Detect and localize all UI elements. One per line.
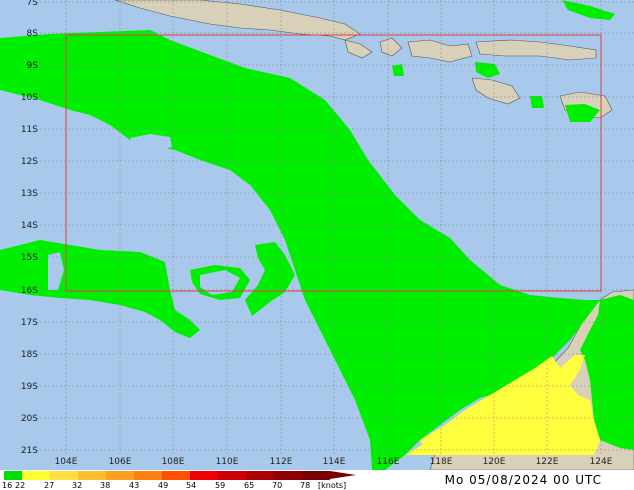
legend-color-swatch: [22, 471, 50, 480]
legend-color-swatch: [190, 471, 218, 480]
legend-color-swatch: [274, 471, 302, 480]
legend-color-swatch: [106, 471, 134, 480]
lat-label: 16S: [21, 286, 38, 296]
lon-label: 122E: [536, 457, 559, 467]
legend-color-swatch: [162, 471, 190, 480]
legend-tick-label: 22: [15, 481, 26, 490]
lat-label: 18S: [21, 350, 38, 360]
legend-color-swatch: [218, 471, 246, 480]
legend-tick-label: 38: [100, 481, 111, 490]
legend-color-bar: [4, 471, 356, 480]
lat-label: 14S: [21, 221, 38, 231]
north-wind-patch-3: [392, 64, 404, 76]
legend-tick-label: 27: [44, 481, 55, 490]
legend-tick-label: 54: [186, 481, 197, 490]
legend-color-swatch: [134, 471, 162, 480]
lat-label: 15S: [21, 253, 38, 263]
legend-arrow-tip: [330, 471, 356, 479]
legend-color-swatch: [50, 471, 78, 480]
legend-labels: 16 22 27 32 38 43 49 54 59 65 70 78 [knots]: [0, 481, 360, 490]
lat-label: 8S: [27, 29, 39, 39]
lat-label: 9S: [27, 61, 39, 71]
lon-label: 124E: [590, 457, 613, 467]
lat-label: 20S: [21, 414, 38, 424]
lat-label: 7S: [27, 0, 39, 8]
lon-label: 108E: [162, 457, 185, 467]
legend-tick-label: 16: [2, 481, 13, 490]
lon-label: 110E: [216, 457, 239, 467]
legend-color-swatch: [246, 471, 274, 480]
lon-label: 116E: [377, 457, 400, 467]
lon-label: 106E: [109, 457, 132, 467]
legend-tick-label: 32: [72, 481, 83, 490]
lat-label: 13S: [21, 189, 38, 199]
lon-label: 114E: [323, 457, 346, 467]
lat-label: 10S: [21, 93, 38, 103]
lat-label: 19S: [21, 382, 38, 392]
legend-color-swatch: [302, 471, 330, 480]
legend-tick-label: 70: [272, 481, 283, 490]
lon-label: 112E: [270, 457, 293, 467]
lon-label: 104E: [55, 457, 78, 467]
legend-tick-label: 59: [215, 481, 226, 490]
lat-label: 12S: [21, 157, 38, 167]
lon-label: 118E: [430, 457, 453, 467]
legend-tick-label: 78: [300, 481, 311, 490]
north-wind-patch-4: [530, 96, 544, 108]
legend-tick-label: 49: [158, 481, 169, 490]
legend-tick-label: 43: [129, 481, 140, 490]
lon-label: 120E: [483, 457, 506, 467]
lat-label: 21S: [21, 446, 38, 456]
lat-label: 17S: [21, 318, 38, 328]
lat-label: 11S: [21, 125, 38, 135]
legend-tick-label: 65: [244, 481, 255, 490]
wind-speed-legend: 16 22 27 32 38 43 49 54 59 65 70 78 [knots] Mo 05/08…: [0, 470, 634, 490]
valid-time: Mo 05/08/2024 00 UTC: [444, 473, 602, 487]
wind-map: 7S 8S 9S 10S 11S 12S 13S 14S 15S 16S 17S…: [0, 0, 634, 470]
legend-color-swatch: [4, 471, 22, 480]
legend-unit: [knots]: [318, 481, 347, 490]
legend-color-swatch: [78, 471, 106, 480]
